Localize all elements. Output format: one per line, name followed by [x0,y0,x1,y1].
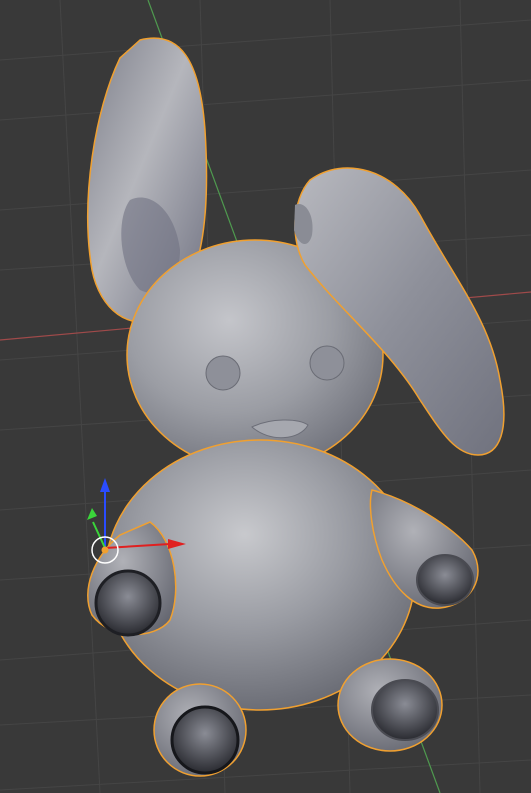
right-eye[interactable] [309,345,345,381]
object-origin-icon [101,546,109,554]
y-axis-arrow-icon[interactable] [87,508,97,520]
left-eye[interactable] [205,355,241,391]
right-foot-pad [371,679,439,741]
y-axis-handle[interactable] [92,521,106,549]
left-foot-pad [170,705,240,775]
z-axis-arrow-icon[interactable] [100,478,110,492]
right-arm-pad [416,554,474,606]
viewport-canvas[interactable] [0,0,531,793]
3d-viewport[interactable] [0,0,531,793]
left-arm-pad [94,569,162,637]
